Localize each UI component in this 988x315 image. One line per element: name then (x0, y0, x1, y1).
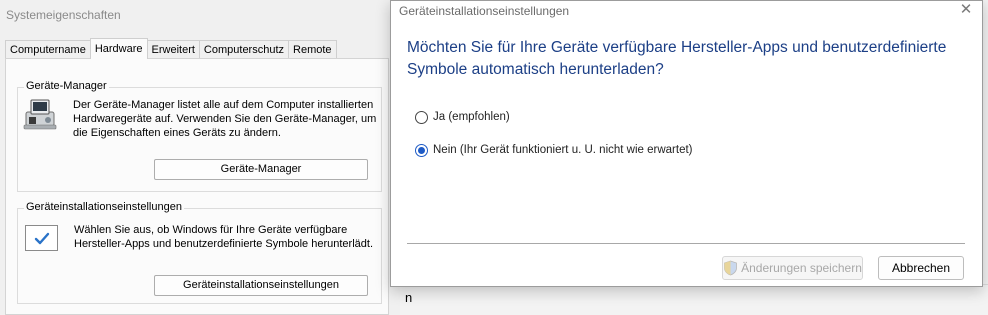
option-no-label: Nein (Ihr Gerät funktioniert u. U. nicht… (433, 144, 693, 156)
save-changes-label: Änderungen speichern (741, 261, 862, 275)
device-manager-description-line: Der Geräte-Manager listet alle auf dem C… (73, 99, 374, 111)
tab-remote[interactable]: Remote (288, 40, 337, 59)
device-manager-legend: Geräte-Manager (24, 80, 109, 92)
radio-yes[interactable] (415, 110, 428, 124)
device-manager-button[interactable]: Geräte-Manager (154, 159, 368, 180)
tab-erweitert[interactable]: Erweitert (146, 40, 200, 59)
tab-hardware[interactable]: Hardware (89, 38, 148, 59)
device-installation-settings-button[interactable]: Geräteinstallationseinstellungen (154, 275, 368, 296)
window-title: Systemeigenschaften (6, 8, 121, 22)
question-line: Symbole automatisch herunterladen? (407, 61, 664, 78)
device-installation-legend: Geräteinstallationseinstellungen (24, 201, 184, 213)
save-changes-button[interactable]: Änderungen speichern (722, 256, 863, 280)
device-installation-group: Geräteinstallationseinstellungen Wählen … (17, 201, 382, 304)
radio-no[interactable] (415, 143, 428, 157)
tab-computerschutz[interactable]: Computerschutz (198, 40, 290, 59)
system-properties-window: Systemeigenschaften Computername Hardwar… (0, 0, 400, 315)
question-line: Möchten Sie für Ihre Geräte verfügbare H… (407, 39, 947, 56)
hardware-tab-panel: Geräte-Manager Der Geräte-Manager listet… (5, 58, 389, 315)
device-manager-icon (23, 99, 57, 130)
device-installation-checkbox-icon (25, 225, 58, 251)
device-manager-description-line: die Eigenschaften eines Geräts zu ändern… (73, 127, 281, 139)
tab-bar: Computername Hardware Erweitert Computer… (5, 38, 337, 59)
device-manager-description-line: Hardwaregeräte auf. Verwenden Sie den Ge… (73, 113, 377, 125)
device-installation-dialog: Geräteinstallationseinstellungen ✕ Möcht… (390, 0, 983, 287)
dialog-divider (407, 243, 965, 244)
dialog-title: Geräteinstallationseinstellungen (399, 4, 570, 18)
device-manager-group: Geräte-Manager Der Geräte-Manager listet… (17, 80, 382, 192)
option-yes[interactable]: Ja (empfohlen) (415, 108, 510, 126)
dialog-question: Möchten Sie für Ihre Geräte verfügbare H… (407, 37, 967, 81)
uac-shield-icon (724, 260, 738, 276)
option-yes-label: Ja (empfohlen) (433, 111, 510, 123)
cancel-button[interactable]: Abbrechen (878, 256, 964, 280)
device-installation-description-line: Hersteller-Apps und benutzerdefinierte S… (74, 238, 373, 250)
background-partial-text: n (405, 290, 413, 305)
device-installation-description-line: Wählen Sie aus, ob Windows für Ihre Gerä… (74, 224, 348, 236)
tab-computername[interactable]: Computername (5, 40, 91, 59)
close-icon[interactable]: ✕ (956, 2, 976, 20)
option-no[interactable]: Nein (Ihr Gerät funktioniert u. U. nicht… (415, 141, 693, 159)
